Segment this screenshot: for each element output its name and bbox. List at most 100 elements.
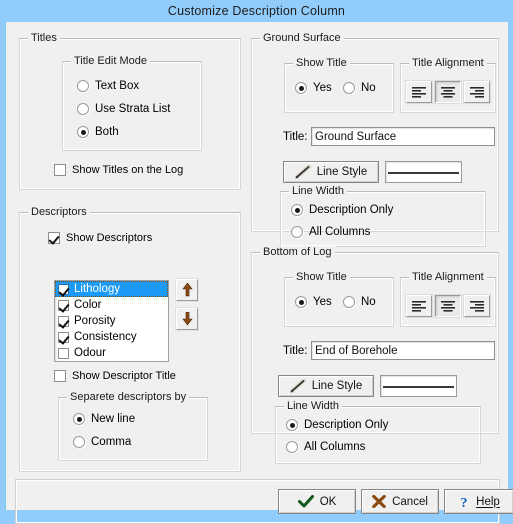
radio-use-strata-list-label: Use Strata List — [95, 103, 170, 115]
radio-gs-description-only-dot — [291, 204, 303, 216]
gs-line-style-button[interactable]: Line Style — [283, 161, 379, 183]
list-item-checkbox[interactable] — [58, 300, 69, 311]
align-right-button[interactable] — [464, 81, 490, 103]
radio-bl-show-title-no[interactable]: No — [343, 296, 376, 308]
list-item-checkbox[interactable] — [58, 316, 69, 327]
radio-bl-all-columns-label: All Columns — [304, 441, 365, 453]
radio-gs-description-only[interactable]: Description Only — [291, 204, 393, 216]
move-down-button[interactable] — [176, 308, 198, 330]
ok-button[interactable]: OK — [278, 489, 356, 514]
radio-both[interactable]: Both — [77, 126, 119, 138]
radio-gs-all-columns[interactable]: All Columns — [291, 226, 370, 238]
align-left-icon — [411, 300, 427, 312]
group-separate-descriptors: Separete descriptors by New line Comma — [58, 397, 208, 461]
check-icon — [298, 495, 314, 508]
list-item[interactable]: Lithology — [55, 281, 168, 297]
checkbox-show-descriptors[interactable]: Show Descriptors — [48, 232, 152, 244]
bl-line-preview — [380, 375, 457, 397]
cancel-button-label: Cancel — [392, 496, 428, 508]
group-bl-title-alignment: Title Alignment — [400, 277, 496, 327]
checkbox-show-titles-on-log-box — [54, 164, 66, 176]
list-item[interactable]: Odour — [55, 345, 168, 361]
group-descriptors-label: Descriptors — [28, 206, 90, 218]
arrow-down-icon — [182, 312, 193, 326]
help-button-label: Help — [476, 496, 500, 508]
radio-text-box-dot — [77, 80, 89, 92]
pencil-icon — [290, 379, 306, 393]
move-up-button[interactable] — [176, 279, 198, 301]
group-gs-title-alignment-label: Title Alignment — [409, 57, 487, 69]
align-right-icon — [469, 86, 485, 98]
checkbox-show-titles-on-log[interactable]: Show Titles on the Log — [54, 164, 183, 176]
descriptor-list[interactable]: Lithology Color Porosity Consistency Odo… — [54, 280, 169, 362]
pencil-icon — [295, 165, 311, 179]
gs-title-input[interactable] — [311, 127, 495, 146]
list-item-checkbox[interactable] — [58, 332, 69, 343]
align-center-button[interactable] — [435, 81, 461, 103]
group-bl-line-width: Line Width Description Only All Columns — [275, 406, 481, 464]
question-mark-icon: ? — [458, 495, 470, 509]
align-right-button[interactable] — [464, 295, 490, 317]
dialog-title: Customize Description Column — [168, 4, 345, 18]
group-title-edit-mode: Title Edit Mode Text Box Use Strata List… — [62, 61, 202, 151]
help-button[interactable]: ? Help — [444, 489, 513, 514]
align-center-icon — [440, 86, 456, 98]
checkbox-show-descriptors-label: Show Descriptors — [66, 232, 152, 244]
group-descriptors: Descriptors Show Descriptors Lithology C… — [19, 212, 241, 472]
gs-line-preview-line — [388, 172, 459, 174]
align-left-button[interactable] — [406, 81, 432, 103]
align-center-icon — [440, 300, 456, 312]
close-x-icon — [372, 495, 386, 508]
align-left-icon — [411, 86, 427, 98]
group-titles: Titles Title Edit Mode Text Box Use Stra… — [19, 38, 241, 190]
list-item[interactable]: Consistency — [55, 329, 168, 345]
radio-bl-description-only[interactable]: Description Only — [286, 419, 388, 431]
bl-title-field-label: Title: — [283, 345, 308, 357]
radio-bl-all-columns-dot — [286, 441, 298, 453]
dialog-window: Customize Description Column Titles Titl… — [0, 0, 513, 515]
radio-comma[interactable]: Comma — [73, 436, 131, 448]
gs-line-preview — [385, 161, 462, 183]
radio-text-box[interactable]: Text Box — [77, 80, 139, 92]
radio-bl-description-only-label: Description Only — [304, 419, 388, 431]
radio-new-line-label: New line — [91, 413, 135, 425]
radio-gs-show-title-no[interactable]: No — [343, 82, 376, 94]
bl-title-input[interactable] — [311, 341, 495, 360]
gs-title-field-label: Title: — [283, 131, 308, 143]
radio-gs-all-columns-label: All Columns — [309, 226, 370, 238]
bl-line-style-button[interactable]: Line Style — [278, 375, 374, 397]
radio-both-dot — [77, 126, 89, 138]
bl-line-preview-line — [383, 386, 454, 388]
radio-new-line-dot — [73, 413, 85, 425]
radio-comma-label: Comma — [91, 436, 131, 448]
dialog-client-area: Titles Title Edit Mode Text Box Use Stra… — [5, 22, 508, 510]
radio-gs-show-title-yes[interactable]: Yes — [295, 82, 332, 94]
group-gs-title-alignment: Title Alignment — [400, 63, 496, 113]
arrow-up-icon — [182, 283, 193, 297]
group-ground-surface: Ground Surface Show Title Yes No Title A… — [251, 38, 499, 232]
radio-bl-all-columns[interactable]: All Columns — [286, 441, 365, 453]
radio-gs-yes-dot — [295, 82, 307, 94]
checkbox-show-descriptor-title[interactable]: Show Descriptor Title — [54, 370, 176, 382]
group-gs-line-width: Line Width Description Only All Columns — [280, 191, 486, 247]
list-item-checkbox[interactable] — [58, 348, 69, 359]
checkbox-show-titles-on-log-label: Show Titles on the Log — [72, 164, 183, 176]
list-item[interactable]: Porosity — [55, 313, 168, 329]
radio-new-line[interactable]: New line — [73, 413, 135, 425]
align-right-icon — [469, 300, 485, 312]
radio-bl-yes-label: Yes — [313, 296, 332, 308]
align-left-button[interactable] — [406, 295, 432, 317]
radio-bl-no-label: No — [361, 296, 376, 308]
group-separate-descriptors-label: Separete descriptors by — [67, 391, 189, 403]
group-gs-show-title-label: Show Title — [293, 57, 350, 69]
list-item-label: Color — [74, 299, 101, 311]
list-item-checkbox[interactable] — [58, 284, 69, 295]
group-bl-show-title: Show Title Yes No — [284, 277, 394, 327]
align-center-button[interactable] — [435, 295, 461, 317]
radio-gs-all-columns-dot — [291, 226, 303, 238]
cancel-button[interactable]: Cancel — [361, 489, 439, 514]
radio-use-strata-list[interactable]: Use Strata List — [77, 103, 170, 115]
radio-bl-no-dot — [343, 296, 355, 308]
list-item[interactable]: Color — [55, 297, 168, 313]
radio-bl-show-title-yes[interactable]: Yes — [295, 296, 332, 308]
